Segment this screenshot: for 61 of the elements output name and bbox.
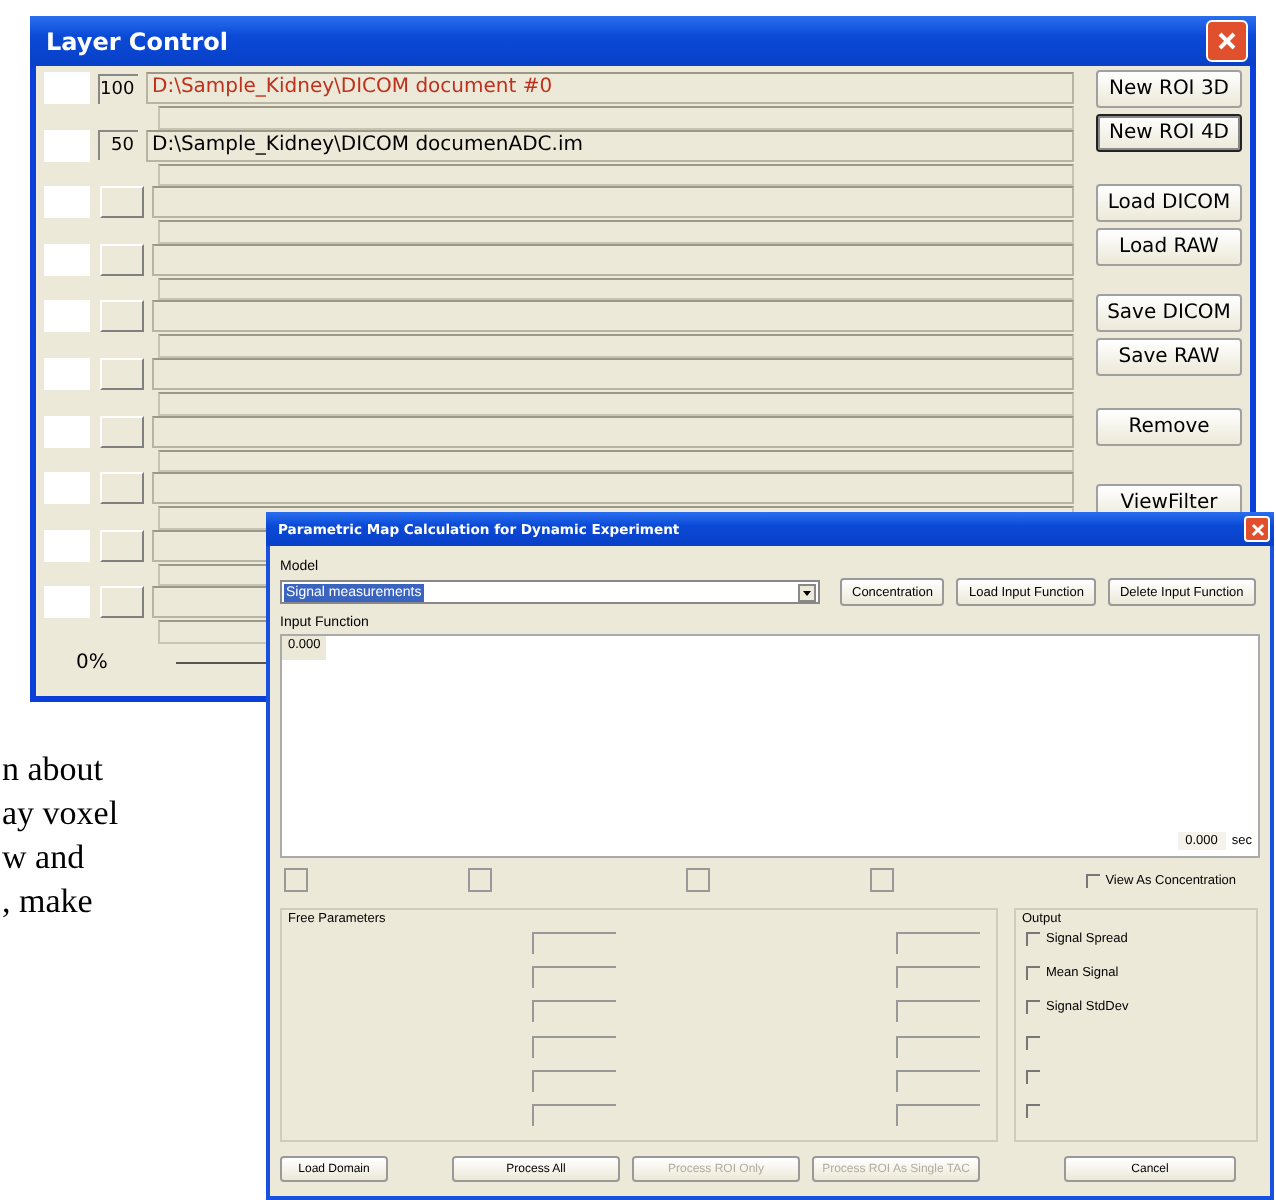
layer-button[interactable] (100, 415, 144, 448)
layer-action-button[interactable]: New ROI 4D (1096, 114, 1242, 152)
parameter-field[interactable] (896, 1069, 980, 1092)
layer-button[interactable] (100, 186, 144, 219)
parameter-field[interactable] (896, 1103, 980, 1126)
parameter-field[interactable] (532, 1035, 616, 1058)
small-square-button[interactable] (468, 868, 492, 892)
layer-path-field[interactable] (152, 472, 1074, 505)
document-text: w and (2, 836, 85, 880)
layer-button[interactable] (100, 300, 144, 333)
layer-button[interactable] (100, 243, 144, 276)
layer-action-button[interactable]: Save DICOM (1096, 294, 1242, 332)
layer-button[interactable] (100, 472, 144, 505)
document-text: n about (2, 748, 104, 792)
layer-path-field[interactable] (152, 300, 1074, 333)
layer-action-button[interactable]: New ROI 3D (1096, 70, 1242, 108)
layer-path-field[interactable] (152, 415, 1074, 448)
document-text: ay voxel (2, 792, 119, 836)
parameter-field[interactable] (532, 1069, 616, 1092)
layer-button[interactable] (100, 357, 144, 390)
layer-action-button[interactable]: Save RAW (1096, 338, 1242, 376)
parameter-field[interactable] (896, 1000, 980, 1023)
window-title: Layer Control (46, 27, 229, 55)
layer-swatch[interactable] (44, 72, 90, 104)
progress-label: 0% (76, 651, 110, 674)
layer-swatch[interactable] (44, 243, 90, 276)
opacity-field[interactable]: 100 (98, 73, 138, 103)
parameter-field[interactable] (896, 932, 980, 954)
layer-swatch[interactable] (44, 186, 90, 219)
layer-swatch[interactable] (44, 357, 90, 390)
layer-path-field[interactable]: D:\Sample_Kidney\DICOM documenADC.im (146, 129, 1074, 162)
small-square-button[interactable] (686, 868, 710, 892)
close-icon (1249, 521, 1265, 537)
small-square-button[interactable] (870, 868, 894, 892)
layer-swatch[interactable] (44, 415, 90, 448)
layer-action-button[interactable]: Load RAW (1096, 228, 1242, 266)
layer-button[interactable] (100, 529, 144, 562)
layer-path-field[interactable]: D:\Sample_Kidney\DICOM document #0 (146, 72, 1074, 104)
layer-swatch[interactable] (44, 129, 90, 162)
parameter-field[interactable] (896, 966, 980, 989)
parameter-field[interactable] (532, 932, 616, 954)
parameter-field[interactable] (896, 1035, 980, 1058)
layer-path-field[interactable] (152, 186, 1074, 219)
parameter-field[interactable] (532, 966, 616, 989)
layer-path-field[interactable] (152, 243, 1074, 276)
layer-swatch[interactable] (44, 472, 90, 505)
layer-swatch[interactable] (44, 300, 90, 333)
layer-action-button[interactable]: Remove (1096, 408, 1242, 446)
close-icon (1216, 30, 1238, 52)
close-button[interactable] (1244, 516, 1270, 542)
document-text: , make (2, 880, 93, 924)
layer-button[interactable] (100, 586, 144, 619)
opacity-field[interactable]: 50 (98, 130, 138, 161)
small-square-button[interactable] (284, 868, 308, 892)
layer-swatch[interactable] (44, 529, 90, 562)
parameter-field[interactable] (532, 1103, 616, 1126)
close-button[interactable] (1206, 20, 1248, 62)
layer-swatch[interactable] (44, 586, 90, 619)
parameter-field[interactable] (532, 1000, 616, 1023)
layer-action-button[interactable]: Load DICOM (1096, 184, 1242, 222)
layer-path-field[interactable] (152, 357, 1074, 390)
